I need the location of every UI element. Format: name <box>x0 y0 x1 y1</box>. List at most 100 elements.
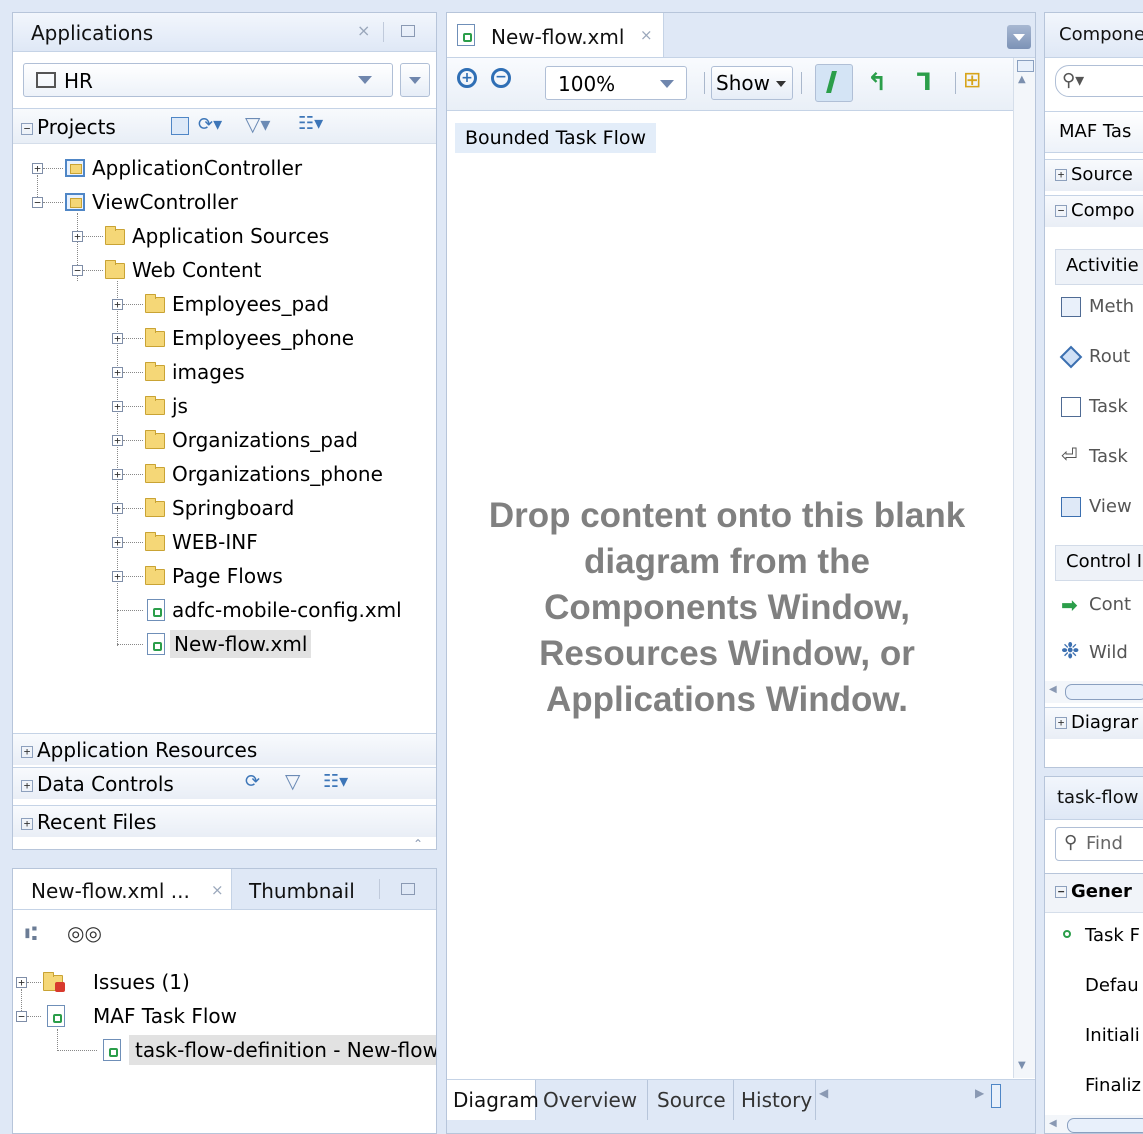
section-diagram-annotations[interactable]: + Diagrar <box>1045 707 1143 739</box>
collapse-icon[interactable]: − <box>16 1011 27 1022</box>
general-section[interactable]: − Gener <box>1045 873 1143 913</box>
show-button[interactable]: Show <box>711 66 793 100</box>
horizontal-scrollbar[interactable]: ◀ ▶ <box>819 1086 999 1106</box>
filter-icon[interactable]: ▽▾ <box>245 112 270 136</box>
hierarchy-icon[interactable]: ⑆ <box>25 921 37 945</box>
tree-item-page-flows[interactable]: + Page Flows <box>13 561 436 591</box>
component-wildcard[interactable]: ❉ Wild <box>1061 639 1143 671</box>
tree-item-web-content[interactable]: − Web Content <box>13 255 436 285</box>
expand-icon[interactable]: + <box>112 469 123 480</box>
tab-new-flow[interactable]: New-flow.xml × <box>447 13 664 57</box>
expand-icon[interactable]: + <box>112 367 123 378</box>
zoom-out-icon[interactable]: − <box>491 68 511 88</box>
tree-item-application-sources[interactable]: + Application Sources <box>13 221 436 251</box>
expand-icon[interactable]: + <box>32 163 43 174</box>
app-menu-button[interactable] <box>400 63 430 97</box>
tree-item-employees-pad[interactable]: + Employees_pad <box>13 289 436 319</box>
collapse-icon[interactable]: − <box>21 122 33 135</box>
collapse-icon[interactable]: − <box>72 265 83 276</box>
tree-item-task-flow-definition[interactable]: task-flow-definition - New-flow <box>13 1035 436 1065</box>
close-icon[interactable]: × <box>357 21 370 40</box>
component-search[interactable]: ⚲▾ <box>1055 65 1143 97</box>
layout-icon[interactable]: ⊞ <box>963 68 981 93</box>
section-components[interactable]: − Compo <box>1045 195 1143 227</box>
tree-item-viewcontroller[interactable]: − ViewController <box>13 187 436 217</box>
connector-elbow-icon[interactable]: ⅂ <box>917 68 930 96</box>
tree-item-organizations-phone[interactable]: + Organizations_phone <box>13 459 436 489</box>
tab-source[interactable]: Source <box>649 1080 734 1120</box>
scroll-up-icon[interactable]: ▲ <box>1018 74 1026 85</box>
component-task-flow-call[interactable]: Task <box>1061 395 1143 425</box>
tab-thumbnail[interactable]: Thumbnail <box>233 869 355 909</box>
scroll-up-icon[interactable]: ⌃ <box>413 837 423 849</box>
property-row[interactable]: Task F <box>1045 923 1143 953</box>
tab-list-button[interactable] <box>1007 25 1031 49</box>
refresh-icon[interactable]: ⟳ <box>245 771 260 792</box>
close-icon[interactable]: × <box>640 26 653 44</box>
filter-icon[interactable]: ▽ <box>285 769 300 793</box>
component-view[interactable]: View <box>1061 495 1143 525</box>
tree-item-organizations-pad[interactable]: + Organizations_pad <box>13 425 436 455</box>
options-icon[interactable]: ☷▾ <box>323 771 348 792</box>
tree-item-new-flow[interactable]: New-flow.xml <box>13 629 436 659</box>
tree-item-images[interactable]: + images <box>13 357 436 387</box>
tree-item-employees-phone[interactable]: + Employees_phone <box>13 323 436 353</box>
component-control-flow-case[interactable]: ➡ Cont <box>1061 593 1143 623</box>
section-data-controls[interactable]: + Data Controls ⟳ ▽ ☷▾ <box>13 767 436 799</box>
refresh-icon[interactable]: ⟳▾ <box>198 114 222 135</box>
component-router[interactable]: Rout <box>1059 345 1143 375</box>
minimize-icon[interactable] <box>401 25 415 37</box>
component-task-flow-return[interactable]: ⏎ Task <box>1061 443 1143 475</box>
expand-icon[interactable]: + <box>112 571 123 582</box>
horizontal-scrollbar[interactable]: ◀ <box>1045 1115 1143 1133</box>
palette-selector[interactable]: MAF Tas <box>1045 111 1143 153</box>
section-source[interactable]: + Source <box>1045 159 1143 191</box>
section-recent-files[interactable]: + Recent Files <box>13 805 436 837</box>
tab-history[interactable]: History <box>735 1080 816 1120</box>
tree-item-js[interactable]: + js <box>13 391 436 421</box>
component-method-call[interactable]: Meth <box>1061 295 1143 325</box>
close-icon[interactable]: × <box>211 881 224 899</box>
scroll-left-icon[interactable]: ◀ <box>1049 1118 1057 1129</box>
options-icon[interactable]: ☷▾ <box>298 113 323 134</box>
zoom-in-icon[interactable]: + <box>457 68 477 88</box>
expand-icon[interactable]: + <box>112 299 123 310</box>
expand-icon[interactable]: + <box>112 503 123 514</box>
expand-icon[interactable]: + <box>72 231 83 242</box>
horizontal-scrollbar[interactable]: ◀ <box>1045 681 1143 703</box>
tree-item-springboard[interactable]: + Springboard <box>13 493 436 523</box>
find-input[interactable]: ⚲ Find <box>1055 827 1143 861</box>
expand-icon[interactable]: + <box>112 537 123 548</box>
tab-structure[interactable]: New-flow.xml ... × <box>13 869 232 909</box>
find-project-icon[interactable] <box>171 117 189 135</box>
tab-diagram[interactable]: Diagram <box>447 1080 539 1120</box>
section-application-resources[interactable]: + Application Resources <box>13 733 436 765</box>
scroll-down-icon[interactable]: ▼ <box>1018 1060 1026 1071</box>
property-row[interactable]: Defau <box>1045 973 1143 1003</box>
scroll-thumb[interactable] <box>1065 684 1143 700</box>
scroll-thumb[interactable] <box>991 1084 1001 1108</box>
tree-item-issues[interactable]: + Issues (1) <box>13 967 436 997</box>
expand-icon[interactable]: + <box>112 401 123 412</box>
tree-item-applicationcontroller[interactable]: + ApplicationController <box>13 153 436 183</box>
scroll-thumb[interactable] <box>1017 60 1034 72</box>
minimize-icon[interactable] <box>401 883 415 895</box>
collapse-icon[interactable]: − <box>32 197 43 208</box>
property-row[interactable]: Finaliz <box>1045 1073 1143 1103</box>
scroll-left-icon[interactable]: ◀ <box>819 1086 828 1100</box>
scroll-right-icon[interactable]: ▶ <box>975 1086 984 1100</box>
tab-overview[interactable]: Overview <box>537 1080 648 1120</box>
tree-item-web-inf[interactable]: + WEB-INF <box>13 527 436 557</box>
tree-item-adfc-mobile-config[interactable]: adfc-mobile-config.xml <box>13 595 436 625</box>
vertical-scrollbar[interactable]: ▲ ▼ <box>1013 58 1035 1078</box>
tree-item-maf-task-flow[interactable]: − MAF Task Flow <box>13 1001 436 1031</box>
select-tool-button[interactable] <box>815 64 853 102</box>
expand-icon[interactable]: + <box>16 977 27 988</box>
connector-icon[interactable]: ↰ <box>867 68 887 96</box>
zoom-select[interactable]: 100% <box>545 66 687 100</box>
diagram-canvas[interactable]: Bounded Task Flow Drop content onto this… <box>447 111 1013 1079</box>
binoculars-icon[interactable]: ◎◎ <box>67 921 102 945</box>
scroll-left-icon[interactable]: ◀ <box>1049 684 1057 695</box>
scroll-thumb[interactable] <box>1067 1118 1143 1133</box>
expand-icon[interactable]: + <box>112 435 123 446</box>
